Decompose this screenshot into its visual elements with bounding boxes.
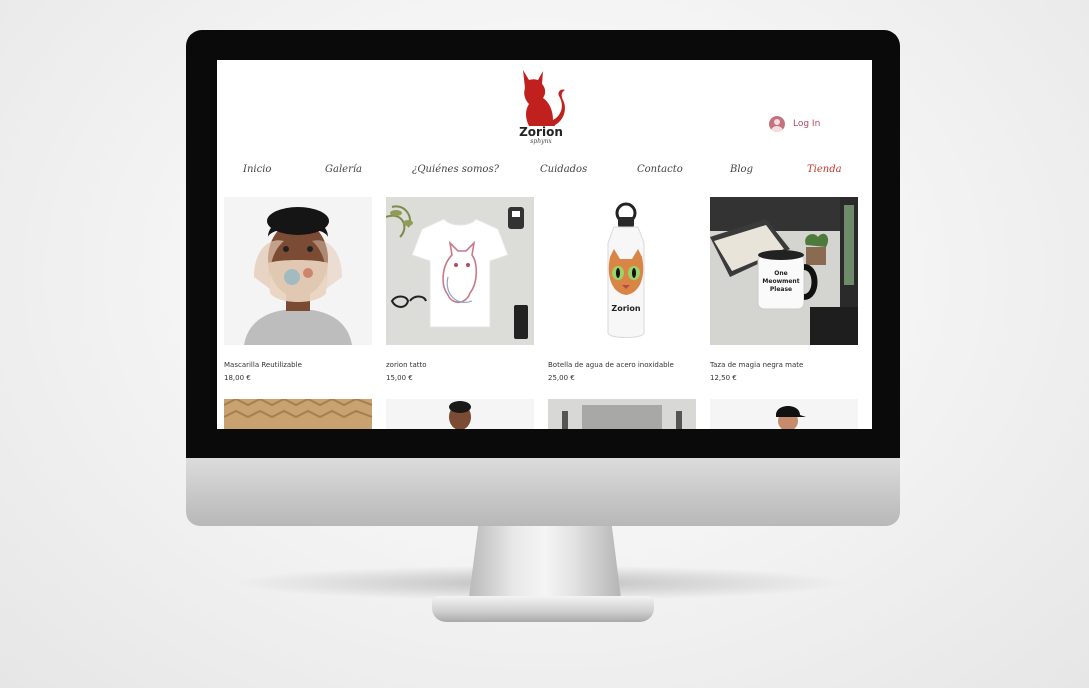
nav-item-inicio[interactable]: Inicio [243,164,271,175]
product-grid: Mascarilla Reutilizable 18,00 € zorion t… [224,197,865,429]
product-price: 25,00 € [548,374,575,382]
nav-item-quienes-somos[interactable]: ¿Quiénes somos? [412,164,499,175]
imac-mockup-scene: Zorion sphynx Log In Inicio Galería ¿Qui… [0,0,1089,688]
logo-subtitle: sphynx [530,138,552,145]
product-image-partial[interactable] [710,399,858,429]
svg-text:Please: Please [770,286,792,293]
product-price: 15,00 € [386,374,413,382]
product-image-partial[interactable] [224,399,372,429]
product-image-partial[interactable] [386,399,534,429]
product-image-tshirt[interactable] [386,197,534,345]
product-price: 12,50 € [710,374,737,382]
product-image-mug[interactable]: One Meowment Please [710,197,858,345]
product-price: 18,00 € [224,374,251,382]
product-name[interactable]: Mascarilla Reutilizable [224,361,302,369]
monitor-stand-neck [469,526,621,598]
product-image-partial[interactable] [548,399,696,429]
product-name[interactable]: Botella de agua de acero inoxidable [548,361,674,369]
login-button[interactable]: Log In [769,114,820,134]
user-avatar-icon [769,116,785,132]
svg-text:One: One [774,270,787,277]
product-name[interactable]: zorion tatto [386,361,427,369]
cat-logo-icon [523,70,565,126]
login-label: Log In [793,119,821,129]
product-name[interactable]: Taza de magia negra mate [710,361,803,369]
svg-text:Zorion: Zorion [611,304,640,313]
website-screen: Zorion sphynx Log In Inicio Galería ¿Qui… [217,60,872,429]
site-logo[interactable]: Zorion sphynx [509,68,573,152]
nav-item-tienda[interactable]: Tienda [807,164,842,175]
nav-item-contacto[interactable]: Contacto [637,164,683,175]
main-nav: Inicio Galería ¿Quiénes somos? Cuidados … [217,160,872,184]
nav-item-cuidados[interactable]: Cuidados [540,164,587,175]
monitor-chin [186,458,900,526]
product-image-face-mask[interactable] [224,197,372,345]
monitor-stand-base [432,596,654,622]
nav-item-blog[interactable]: Blog [730,164,753,175]
product-image-water-bottle[interactable]: Zorion [548,197,696,345]
svg-text:Meowment: Meowment [762,278,799,285]
logo-title: Zorion [519,125,563,139]
nav-item-galeria[interactable]: Galería [325,164,362,175]
